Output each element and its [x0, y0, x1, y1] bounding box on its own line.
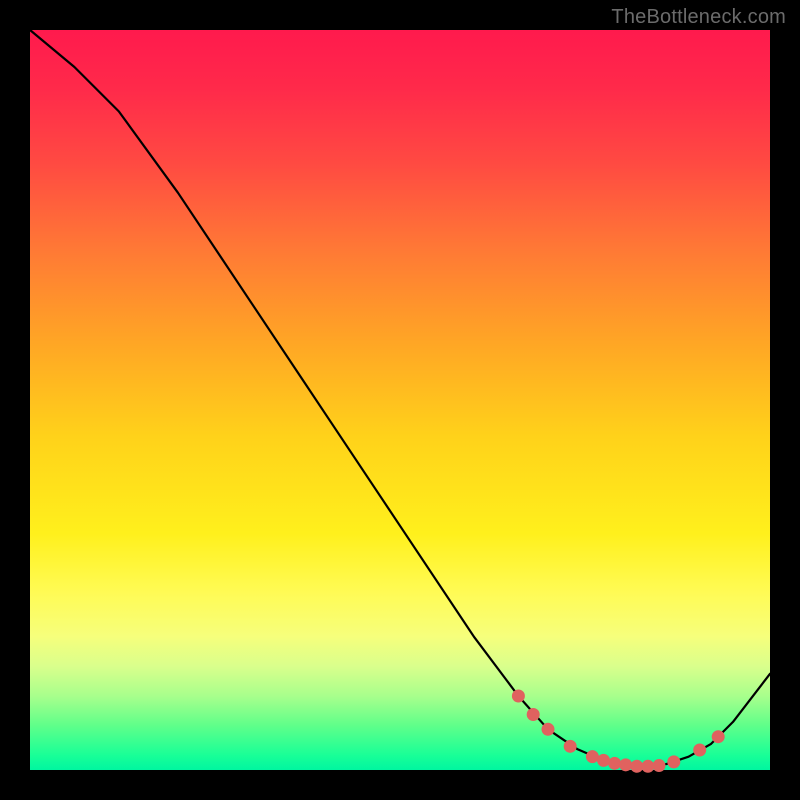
highlight-dot — [642, 760, 654, 772]
highlight-dot — [598, 754, 610, 766]
highlight-dot — [586, 751, 598, 763]
highlight-dot — [653, 760, 665, 772]
curve-layer — [30, 30, 770, 770]
highlight-dot — [668, 756, 680, 768]
highlight-dot — [712, 731, 724, 743]
highlight-dot — [609, 757, 621, 769]
highlight-dot — [694, 744, 706, 756]
highlight-dot — [564, 740, 576, 752]
highlight-dot — [527, 709, 539, 721]
highlight-dot — [512, 690, 524, 702]
chart-frame: TheBottleneck.com — [0, 0, 800, 800]
highlight-dot — [631, 760, 643, 772]
bottleneck-curve — [30, 30, 770, 766]
plot-area — [30, 30, 770, 770]
highlight-dot — [542, 723, 554, 735]
highlight-dot — [620, 759, 632, 771]
watermark-text: TheBottleneck.com — [611, 6, 786, 29]
highlight-dots — [512, 690, 724, 772]
